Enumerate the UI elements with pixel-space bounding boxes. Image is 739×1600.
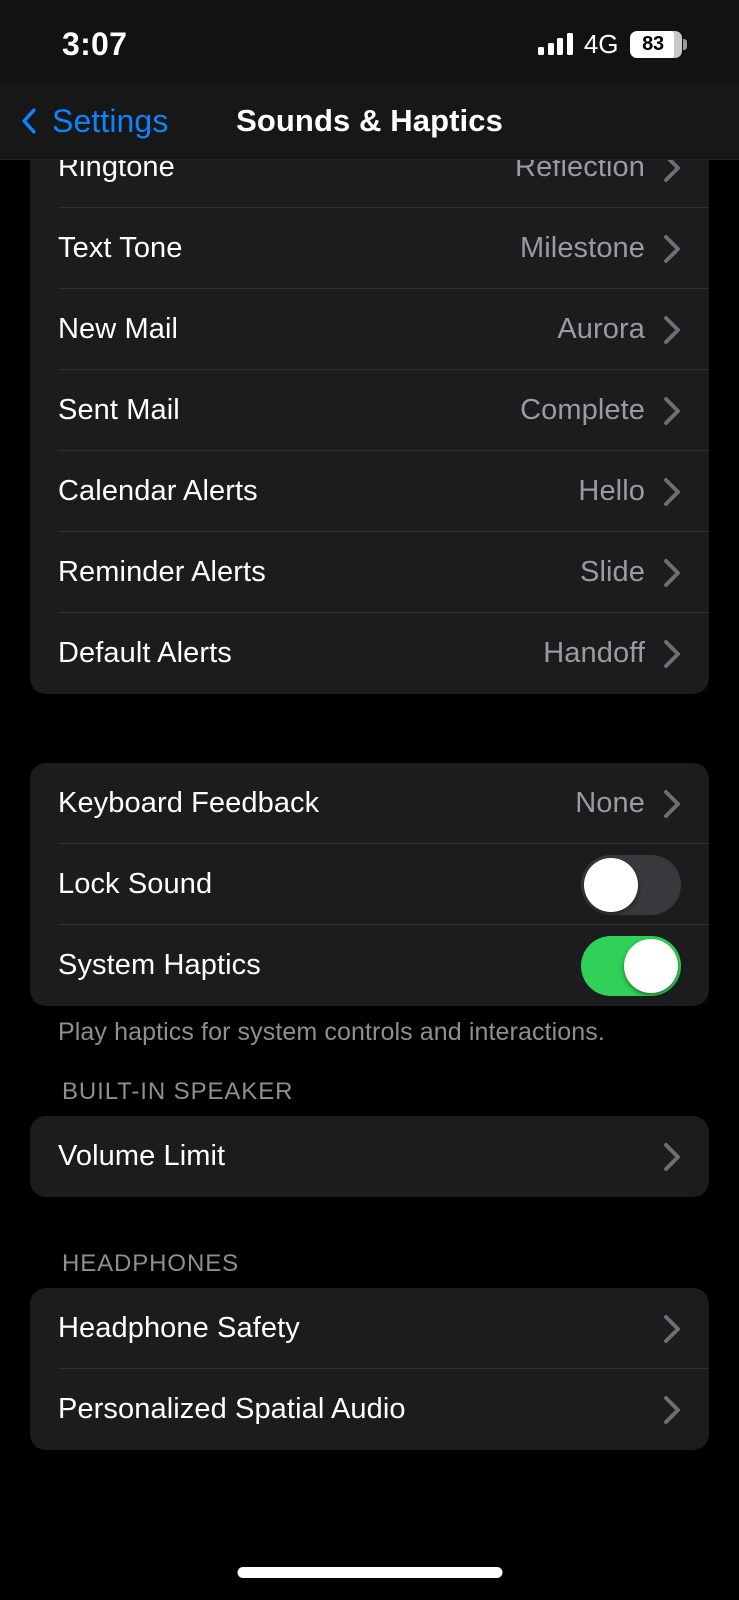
back-button[interactable]: Settings [16, 103, 168, 140]
row-calendar-alerts[interactable]: Calendar Alerts Hello [30, 451, 709, 532]
chevron-right-icon [664, 234, 680, 263]
battery-body: 83 [629, 30, 682, 58]
cellular-bars-icon [538, 33, 573, 55]
row-label: Reminder Alerts [58, 556, 266, 588]
home-indicator[interactable] [237, 1567, 502, 1578]
row-label: Text Tone [58, 232, 183, 264]
row-label: Calendar Alerts [58, 475, 258, 507]
row-label: System Haptics [58, 949, 261, 981]
status-bar-indicators: 4G 83 [538, 29, 687, 60]
chevron-right-icon [664, 1314, 680, 1343]
system-haptics-toggle[interactable] [581, 935, 681, 996]
network-type-label: 4G [583, 28, 619, 59]
navigation-bar: Settings Sounds & Haptics [0, 82, 739, 160]
chevron-right-icon [664, 396, 680, 425]
feedback-section-footer: Play haptics for system controls and int… [58, 1018, 605, 1046]
chevron-right-icon [664, 558, 680, 587]
row-keyboard-feedback[interactable]: Keyboard Feedback None [30, 763, 709, 844]
lock-sound-toggle[interactable] [581, 854, 681, 915]
chevron-right-icon [664, 1142, 680, 1171]
toggle-knob [584, 857, 638, 912]
chevron-right-icon [664, 789, 680, 818]
row-value: Slide [580, 556, 645, 588]
chevron-left-icon [22, 108, 36, 134]
row-lock-sound[interactable]: Lock Sound [30, 844, 709, 925]
row-value: Complete [520, 394, 645, 426]
built-in-speaker-section-header: BUILT-IN SPEAKER [62, 1078, 294, 1105]
row-label: Lock Sound [58, 868, 213, 900]
headphones-section-header: HEADPHONES [62, 1250, 240, 1277]
chevron-right-icon [664, 315, 680, 344]
row-text-tone[interactable]: Text Tone Milestone [30, 208, 709, 289]
row-label: New Mail [58, 313, 179, 345]
row-label: Personalized Spatial Audio [58, 1393, 406, 1425]
row-label: Default Alerts [58, 637, 232, 669]
row-value: None [575, 787, 645, 819]
row-volume-limit[interactable]: Volume Limit [30, 1116, 709, 1197]
settings-scroll-view[interactable]: Ringtone Reflection Text Tone Milestone … [0, 0, 739, 1600]
section-card-headphones: Headphone Safety Personalized Spatial Au… [30, 1288, 709, 1450]
row-value: Milestone [519, 232, 645, 264]
section-card-feedback: Keyboard Feedback None Lock Sound System… [30, 763, 709, 1006]
section-card-built-in-speaker: Volume Limit [30, 1116, 709, 1197]
row-headphone-safety[interactable]: Headphone Safety [30, 1288, 709, 1369]
row-label: Sent Mail [58, 394, 180, 426]
row-label: Volume Limit [58, 1140, 226, 1172]
chevron-right-icon [664, 1395, 680, 1424]
row-value: Aurora [557, 313, 645, 345]
iphone-screen: Ringtone Reflection Text Tone Milestone … [0, 0, 739, 1600]
status-bar-clock: 3:07 [62, 25, 128, 62]
row-value: Hello [578, 475, 645, 507]
row-sent-mail[interactable]: Sent Mail Complete [30, 370, 709, 451]
row-system-haptics[interactable]: System Haptics [30, 925, 709, 1006]
row-personalized-spatial-audio[interactable]: Personalized Spatial Audio [30, 1369, 709, 1450]
row-new-mail[interactable]: New Mail Aurora [30, 289, 709, 370]
row-value: Handoff [543, 637, 645, 669]
back-button-label: Settings [52, 102, 169, 139]
row-label: Keyboard Feedback [58, 787, 320, 819]
chevron-right-icon [664, 477, 680, 506]
section-card-tones: Ringtone Reflection Text Tone Milestone … [30, 127, 709, 694]
chevron-right-icon [664, 639, 680, 668]
battery-icon: 83 [629, 30, 687, 58]
toggle-knob [624, 938, 678, 993]
row-default-alerts[interactable]: Default Alerts Handoff [30, 613, 709, 694]
status-bar: 3:07 4G 83 [0, 0, 739, 82]
battery-percent-label: 83 [642, 32, 664, 55]
battery-cap [683, 38, 687, 50]
row-label: Headphone Safety [58, 1312, 300, 1344]
row-reminder-alerts[interactable]: Reminder Alerts Slide [30, 532, 709, 613]
